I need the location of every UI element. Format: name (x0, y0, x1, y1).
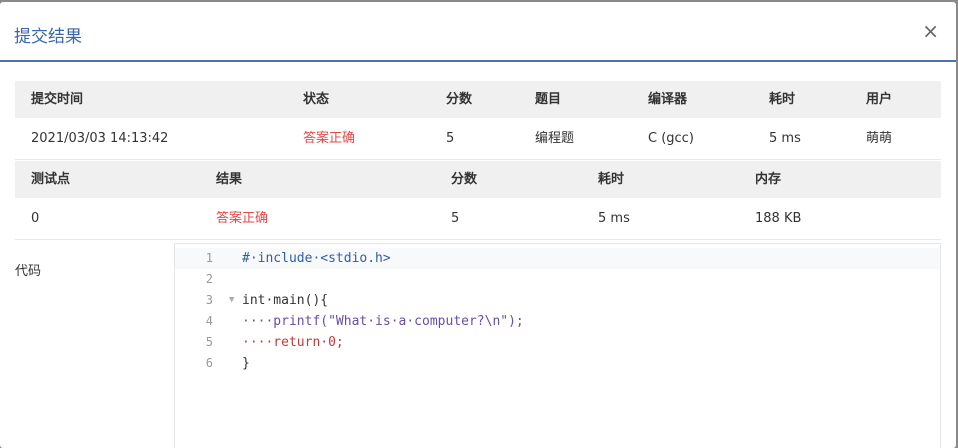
code-text: ····printf("What·is·a·computer?\n"); (242, 314, 524, 329)
line-number: 6 (205, 356, 213, 370)
header-compiler: 编译器 (648, 92, 688, 107)
table-row: 0 答案正确 5 5 ms 188 KB (15, 198, 941, 240)
test-point-value: 0 (31, 211, 40, 226)
header-user: 用户 (866, 92, 893, 107)
submission-result-dialog: 提交结果 × 提交时间 状态 分数 题目 编译器 耗时 用户 2021/03/0… (0, 2, 956, 448)
score-value: 5 (451, 211, 460, 226)
submit-time-value: 2021/03/03 14:13:42 (31, 131, 169, 146)
submission-summary-table: 提交时间 状态 分数 题目 编译器 耗时 用户 2021/03/03 14:13… (15, 81, 941, 160)
header-time: 耗时 (598, 172, 625, 187)
time-value: 5 ms (598, 211, 630, 226)
code-line[interactable]: 6 } (175, 353, 940, 374)
close-icon[interactable]: × (922, 20, 939, 42)
table-header-row: 测试点 结果 分数 耗时 内存 (15, 161, 941, 198)
header-status: 状态 (303, 92, 330, 107)
line-number: 2 (205, 272, 213, 286)
header-submit-time: 提交时间 (31, 92, 84, 107)
code-line[interactable]: 3 ▼ int·main(){ (175, 290, 940, 311)
header-score: 分数 (446, 92, 473, 107)
header-test-point: 测试点 (31, 172, 71, 187)
line-number: 1 (205, 251, 213, 265)
test-points-table: 测试点 结果 分数 耗时 内存 0 答案正确 5 5 ms 188 KB (15, 161, 941, 240)
code-line[interactable]: 5 ····return·0; (175, 332, 940, 353)
code-text: ····return·0; (242, 335, 344, 350)
code-text: #·include·<stdio.h> (242, 251, 391, 266)
compiler-value: C (gcc) (648, 131, 694, 146)
code-line[interactable]: 2 (175, 269, 940, 290)
dialog-header: 提交结果 × (0, 2, 956, 62)
time-value: 5 ms (769, 131, 801, 146)
code-line[interactable]: 4 ····printf("What·is·a·computer?\n"); (175, 311, 940, 332)
header-problem: 题目 (535, 92, 562, 107)
problem-value: 编程题 (535, 131, 575, 146)
code-line[interactable]: 1 #·include·<stdio.h> (175, 248, 940, 269)
dialog-title: 提交结果 (14, 27, 82, 47)
line-number: 4 (205, 314, 213, 328)
code-text: int·main(){ (242, 293, 329, 308)
header-time: 耗时 (769, 92, 796, 107)
header-score: 分数 (451, 172, 478, 187)
result-value: 答案正确 (216, 211, 269, 226)
memory-value: 188 KB (755, 211, 802, 226)
line-number: 3 (205, 293, 213, 307)
score-value: 5 (446, 131, 455, 146)
fold-arrow-icon[interactable]: ▼ (229, 290, 234, 311)
table-row: 2021/03/03 14:13:42 答案正确 5 编程题 C (gcc) 5… (15, 118, 941, 160)
header-result: 结果 (216, 172, 243, 187)
header-memory: 内存 (755, 172, 782, 187)
code-text: } (242, 356, 250, 371)
code-label: 代码 (15, 264, 42, 279)
line-number: 5 (205, 335, 213, 349)
table-header-row: 提交时间 状态 分数 题目 编译器 耗时 用户 (15, 81, 941, 118)
status-value: 答案正确 (303, 131, 356, 146)
code-viewer[interactable]: 1 #·include·<stdio.h> 2 3 ▼ int·main(){ … (174, 243, 941, 448)
user-value: 萌萌 (866, 131, 893, 146)
